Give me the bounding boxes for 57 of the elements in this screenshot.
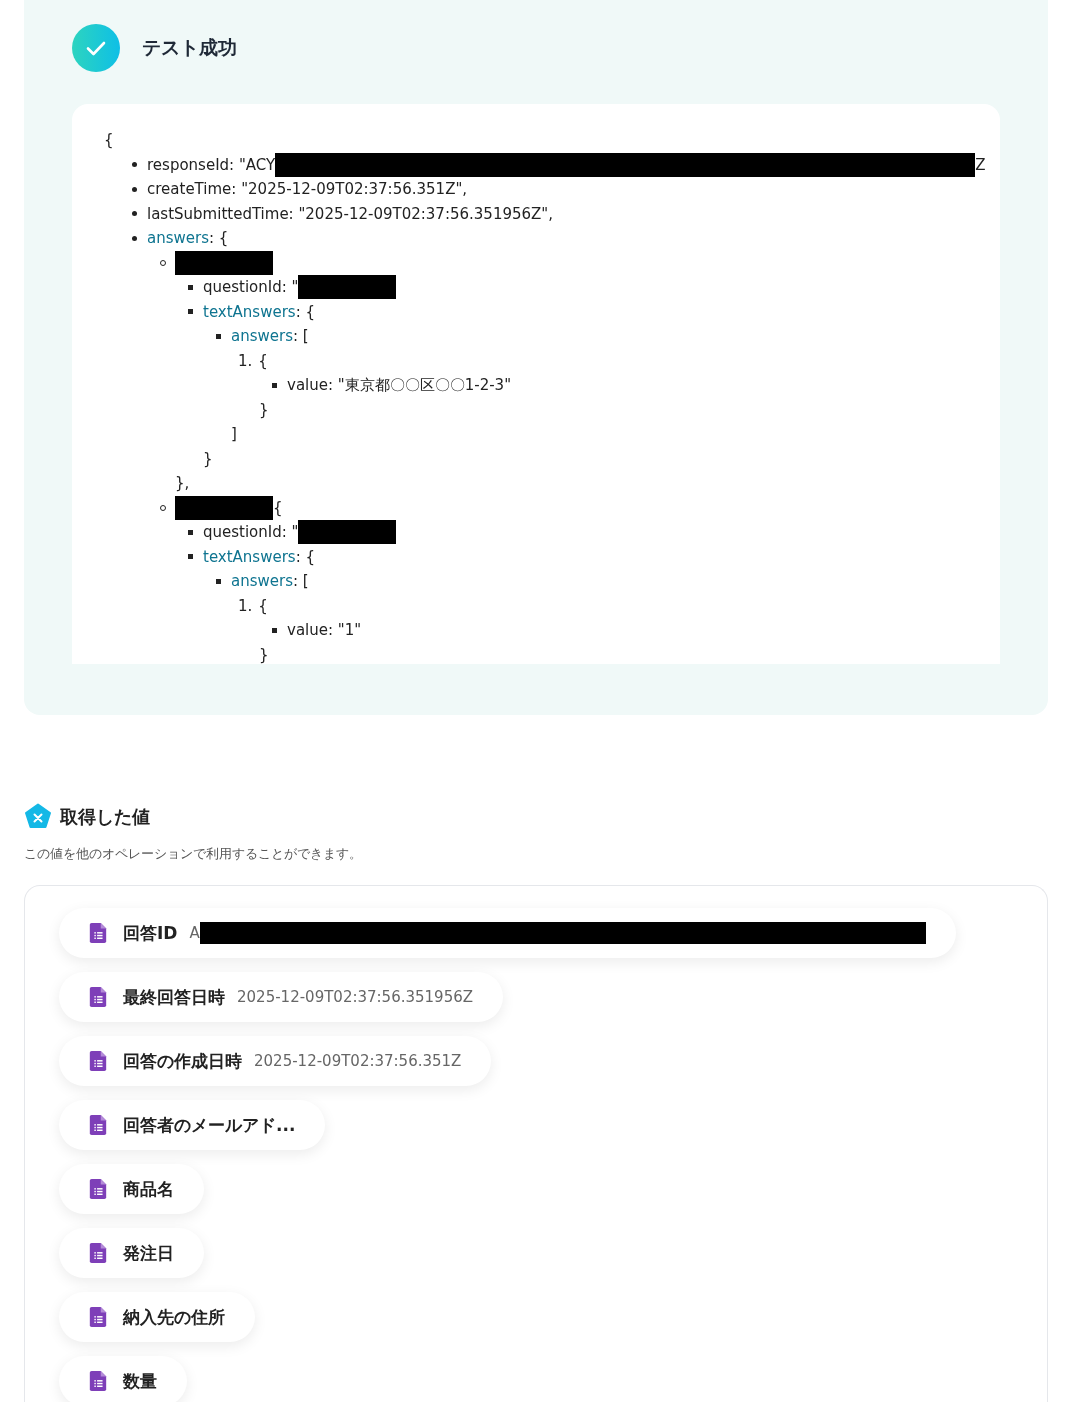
code-line: { bbox=[258, 350, 268, 372]
document-list-icon bbox=[89, 923, 107, 943]
document-list-icon bbox=[89, 1371, 107, 1391]
bullet-icon bbox=[188, 529, 193, 535]
value-chip[interactable]: 商品名 bbox=[59, 1164, 204, 1214]
code-text: } bbox=[203, 448, 213, 470]
bullet-icon bbox=[188, 554, 193, 560]
value-chip[interactable]: 数量 bbox=[59, 1356, 187, 1402]
document-list-icon bbox=[89, 1115, 107, 1135]
code-line: answers: [ bbox=[231, 326, 309, 347]
bullet-icon bbox=[132, 211, 137, 217]
code-text: }, bbox=[175, 473, 190, 494]
code-text: } bbox=[259, 644, 269, 664]
document-list-icon bbox=[89, 1243, 107, 1263]
document-list-icon bbox=[89, 1051, 107, 1071]
pentagon-x-icon bbox=[24, 803, 52, 831]
code-line: { bbox=[258, 595, 268, 617]
document-list-icon bbox=[89, 1307, 107, 1327]
code-line: lastSubmittedTime: "2025-12-09T02:37:56.351956Z", bbox=[147, 203, 553, 225]
section-subtitle: この値を他のオペレーションで利用することができます。 bbox=[24, 845, 363, 863]
value-chip[interactable]: 最終回答日時 2025-12-09T02:37:56.351956Z bbox=[59, 972, 503, 1022]
bullet-icon bbox=[216, 578, 221, 584]
status-title: テスト成功 bbox=[142, 35, 237, 60]
value-chip[interactable]: 納入先の住所 bbox=[59, 1292, 255, 1342]
code-line: answers: [ bbox=[231, 571, 309, 592]
bullet-icon bbox=[188, 309, 193, 315]
value-chip[interactable]: 回答ID A bbox=[59, 908, 956, 958]
code-text: { bbox=[104, 130, 114, 151]
bullet-icon bbox=[188, 284, 193, 290]
bullet-icon bbox=[272, 382, 277, 388]
code-line: textAnswers: { bbox=[203, 546, 316, 568]
bullet-icon bbox=[132, 235, 137, 241]
list-number: 1. bbox=[238, 595, 253, 617]
check-circle-icon bbox=[72, 24, 120, 72]
bullet-icon bbox=[132, 186, 137, 192]
list-number: 1. bbox=[238, 350, 253, 372]
bullet-icon bbox=[132, 162, 137, 168]
code-line: questionId: " bbox=[203, 277, 299, 298]
document-list-icon bbox=[89, 987, 107, 1007]
document-list-icon bbox=[89, 1179, 107, 1199]
bullet-icon bbox=[272, 627, 277, 633]
code-line: createTime: "2025-12-09T02:37:56.351Z", bbox=[147, 179, 468, 200]
value-chip[interactable]: 発注日 bbox=[59, 1228, 204, 1278]
code-line: value: "東京都〇〇区〇〇1-2-3" bbox=[287, 375, 512, 396]
code-line: questionId: " bbox=[203, 522, 299, 543]
code-text: Z bbox=[975, 154, 986, 176]
value-chip[interactable]: 回答の作成日時 2025-12-09T02:37:56.351Z bbox=[59, 1036, 492, 1086]
code-text: { bbox=[273, 497, 283, 519]
code-line: answers: { bbox=[147, 228, 229, 249]
code-line: value: "1" bbox=[287, 620, 362, 641]
section-title: 取得した値 bbox=[60, 805, 150, 829]
value-chip[interactable]: 回答者のメールアド... bbox=[59, 1100, 326, 1150]
code-line: responseId: "ACY bbox=[147, 154, 276, 176]
code-text: ] bbox=[231, 424, 237, 445]
code-line: textAnswers: { bbox=[203, 301, 316, 323]
bullet-icon bbox=[216, 333, 221, 339]
code-text: } bbox=[259, 399, 269, 421]
